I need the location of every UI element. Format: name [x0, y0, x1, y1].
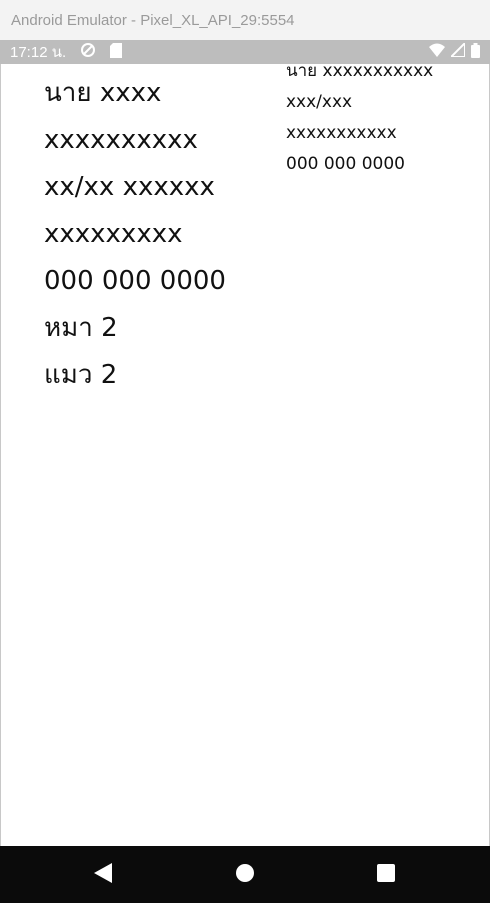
- left-line-cats: แมว 2: [44, 360, 118, 390]
- left-info-column: นาย xxxx xxxxxxxxxx xx/xx xxxxxx xxxxxxx…: [44, 74, 226, 403]
- right-line-2: xxx/xxx: [286, 92, 353, 112]
- left-line-phone: 000 000 0000: [44, 266, 226, 296]
- right-info-column: นาย xxxxxxxxxxx xxx/xxx xxxxxxxxxxx 000 …: [286, 58, 433, 182]
- status-time: 17:12 น.: [10, 44, 67, 61]
- recents-icon: [377, 863, 395, 886]
- app-content: นาย xxxx xxxxxxxxxx xx/xx xxxxxx xxxxxxx…: [0, 61, 490, 846]
- back-icon: [94, 862, 112, 887]
- window-title: Android Emulator - Pixel_XL_API_29:5554: [11, 11, 295, 29]
- left-line-dogs: หมา 2: [44, 313, 118, 343]
- left-line-2: xxxxxxxxxx: [44, 125, 198, 155]
- home-icon: [235, 863, 255, 887]
- left-line-4: xxxxxxxxx: [44, 219, 183, 249]
- left-line-3: xx/xx xxxxxx: [44, 172, 215, 202]
- signal-icon: [448, 40, 466, 61]
- recents-button[interactable]: [366, 855, 406, 895]
- data-saver-icon: [80, 42, 96, 62]
- right-line-name: นาย xxxxxxxxxxx: [286, 61, 434, 81]
- right-line-3: xxxxxxxxxxx: [286, 123, 397, 143]
- navigation-bar: [0, 846, 490, 903]
- right-line-phone: 000 000 0000: [286, 154, 405, 174]
- battery-icon: [471, 42, 480, 62]
- home-button[interactable]: [225, 855, 265, 895]
- back-button[interactable]: [83, 855, 123, 895]
- emulator-title-bar: Android Emulator - Pixel_XL_API_29:5554: [0, 0, 490, 40]
- left-line-name: นาย xxxx: [44, 78, 162, 108]
- sd-card-icon: [110, 42, 123, 62]
